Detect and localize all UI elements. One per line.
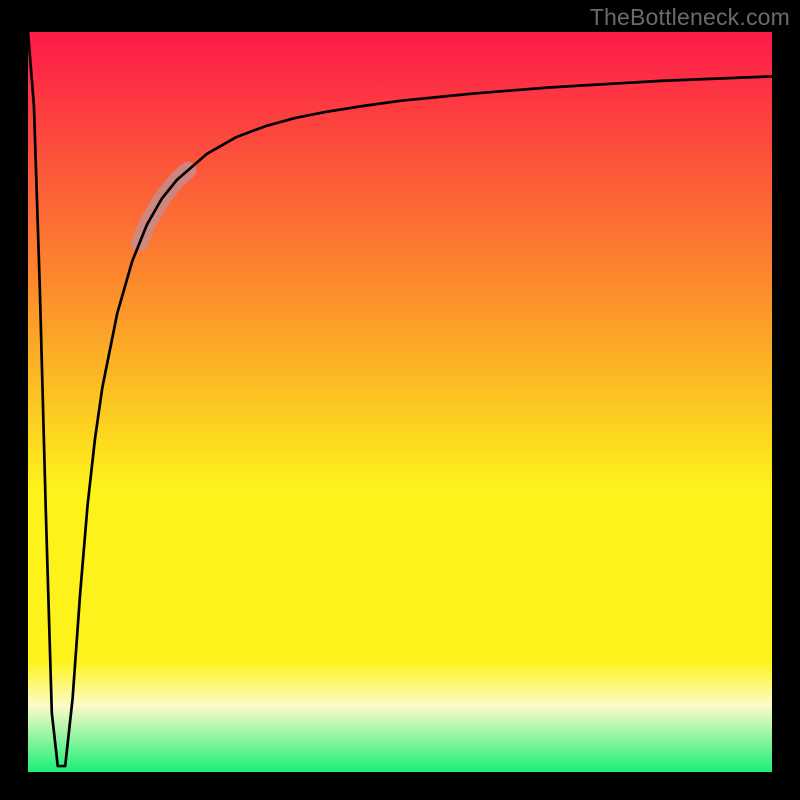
chart-frame: TheBottleneck.com [0,0,800,800]
plot-area [28,32,772,772]
gradient-background [28,32,772,772]
watermark-text: TheBottleneck.com [590,4,790,31]
plot-svg [28,32,772,772]
